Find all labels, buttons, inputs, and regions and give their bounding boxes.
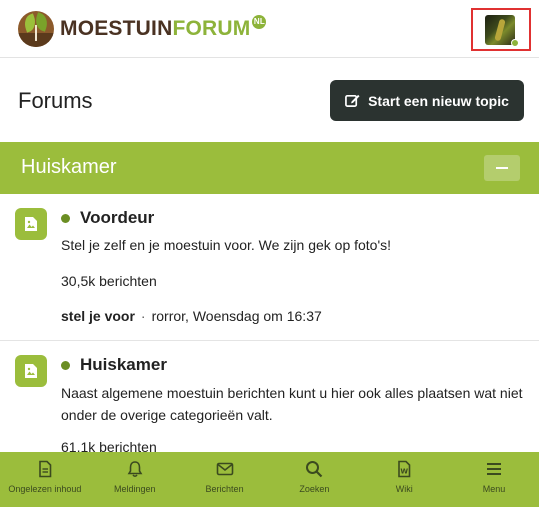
forum-title[interactable]: Voordeur [80, 208, 154, 228]
envelope-icon [216, 462, 233, 476]
forum-description: Naast algemene moestuin berichten kunt u… [61, 385, 523, 423]
nav-notifications[interactable]: Meldingen [90, 452, 180, 507]
start-new-topic-button[interactable]: Start een nieuw topic [330, 80, 524, 121]
nav-menu[interactable]: Menu [449, 452, 539, 507]
forum-list: Voordeur Stel je zelf en je moestuin voo… [0, 194, 539, 452]
site-header: MOESTUIN FORUM NL [0, 0, 539, 58]
unread-indicator [61, 360, 70, 370]
forum-title-row: Voordeur [61, 208, 154, 228]
nav-label: Wiki [395, 484, 413, 494]
nav-label: Berichten [205, 484, 244, 494]
hamburger-icon [487, 463, 502, 475]
bell-icon [127, 461, 143, 477]
category-title[interactable]: Huiskamer [21, 156, 117, 179]
logo-word-1: MOESTUIN [60, 17, 173, 40]
minus-icon [496, 167, 508, 169]
nav-search[interactable]: Zoeken [269, 452, 359, 507]
unread-indicator [61, 213, 70, 223]
forum-post-count: 61,1k berichten [61, 439, 157, 452]
edit-icon [345, 94, 360, 107]
last-post-meta[interactable]: rorror, Woensdag om 16:37 [152, 308, 322, 324]
site-logo[interactable]: MOESTUIN FORUM NL [18, 10, 267, 48]
forum-post-count: 30,5k berichten [61, 273, 157, 289]
user-menu-highlight[interactable] [471, 8, 531, 51]
forum-row: Voordeur Stel je zelf en je moestuin voo… [0, 194, 539, 341]
bottom-navigation: Ongelezen inhoud Meldingen Berichten Zoe… [0, 452, 539, 507]
svg-text:W: W [401, 468, 409, 476]
forum-document-icon[interactable] [15, 208, 47, 240]
meta-separator: · [140, 308, 146, 324]
forum-row: Huiskamer Naast algemene moestuin berich… [0, 341, 539, 452]
nav-label: Meldingen [113, 484, 156, 494]
forum-document-icon[interactable] [15, 355, 47, 387]
last-post-topic-link[interactable]: stel je voor [61, 308, 135, 324]
nav-wiki[interactable]: W Wiki [359, 452, 449, 507]
logo-word-2: FORUM [172, 17, 251, 40]
forum-description: Stel je zelf en je moestuin voor. We zij… [61, 237, 392, 253]
logo-wordmark: MOESTUIN FORUM NL [60, 14, 267, 41]
nav-label: Zoeken [299, 484, 330, 494]
nav-label: Menu [482, 484, 506, 494]
forum-title-row: Huiskamer [61, 355, 167, 375]
collapse-category-button[interactable] [484, 155, 520, 181]
page-title: Forums [18, 88, 93, 113]
document-icon [39, 460, 52, 478]
online-status-dot [511, 39, 519, 47]
logo-sprout-icon [18, 11, 54, 47]
nav-unread-content[interactable]: Ongelezen inhoud [0, 452, 90, 507]
nav-messages[interactable]: Berichten [180, 452, 270, 507]
nav-label: Ongelezen inhoud [8, 484, 82, 494]
category-header: Huiskamer [0, 142, 539, 194]
forum-last-post: stel je voor · rorror, Woensdag om 16:37 [61, 308, 322, 324]
forum-title[interactable]: Huiskamer [80, 355, 167, 375]
wiki-icon: W [398, 460, 411, 478]
logo-country-badge: NL [252, 14, 267, 29]
search-icon [306, 461, 323, 478]
start-new-topic-label: Start een nieuw topic [368, 92, 509, 109]
